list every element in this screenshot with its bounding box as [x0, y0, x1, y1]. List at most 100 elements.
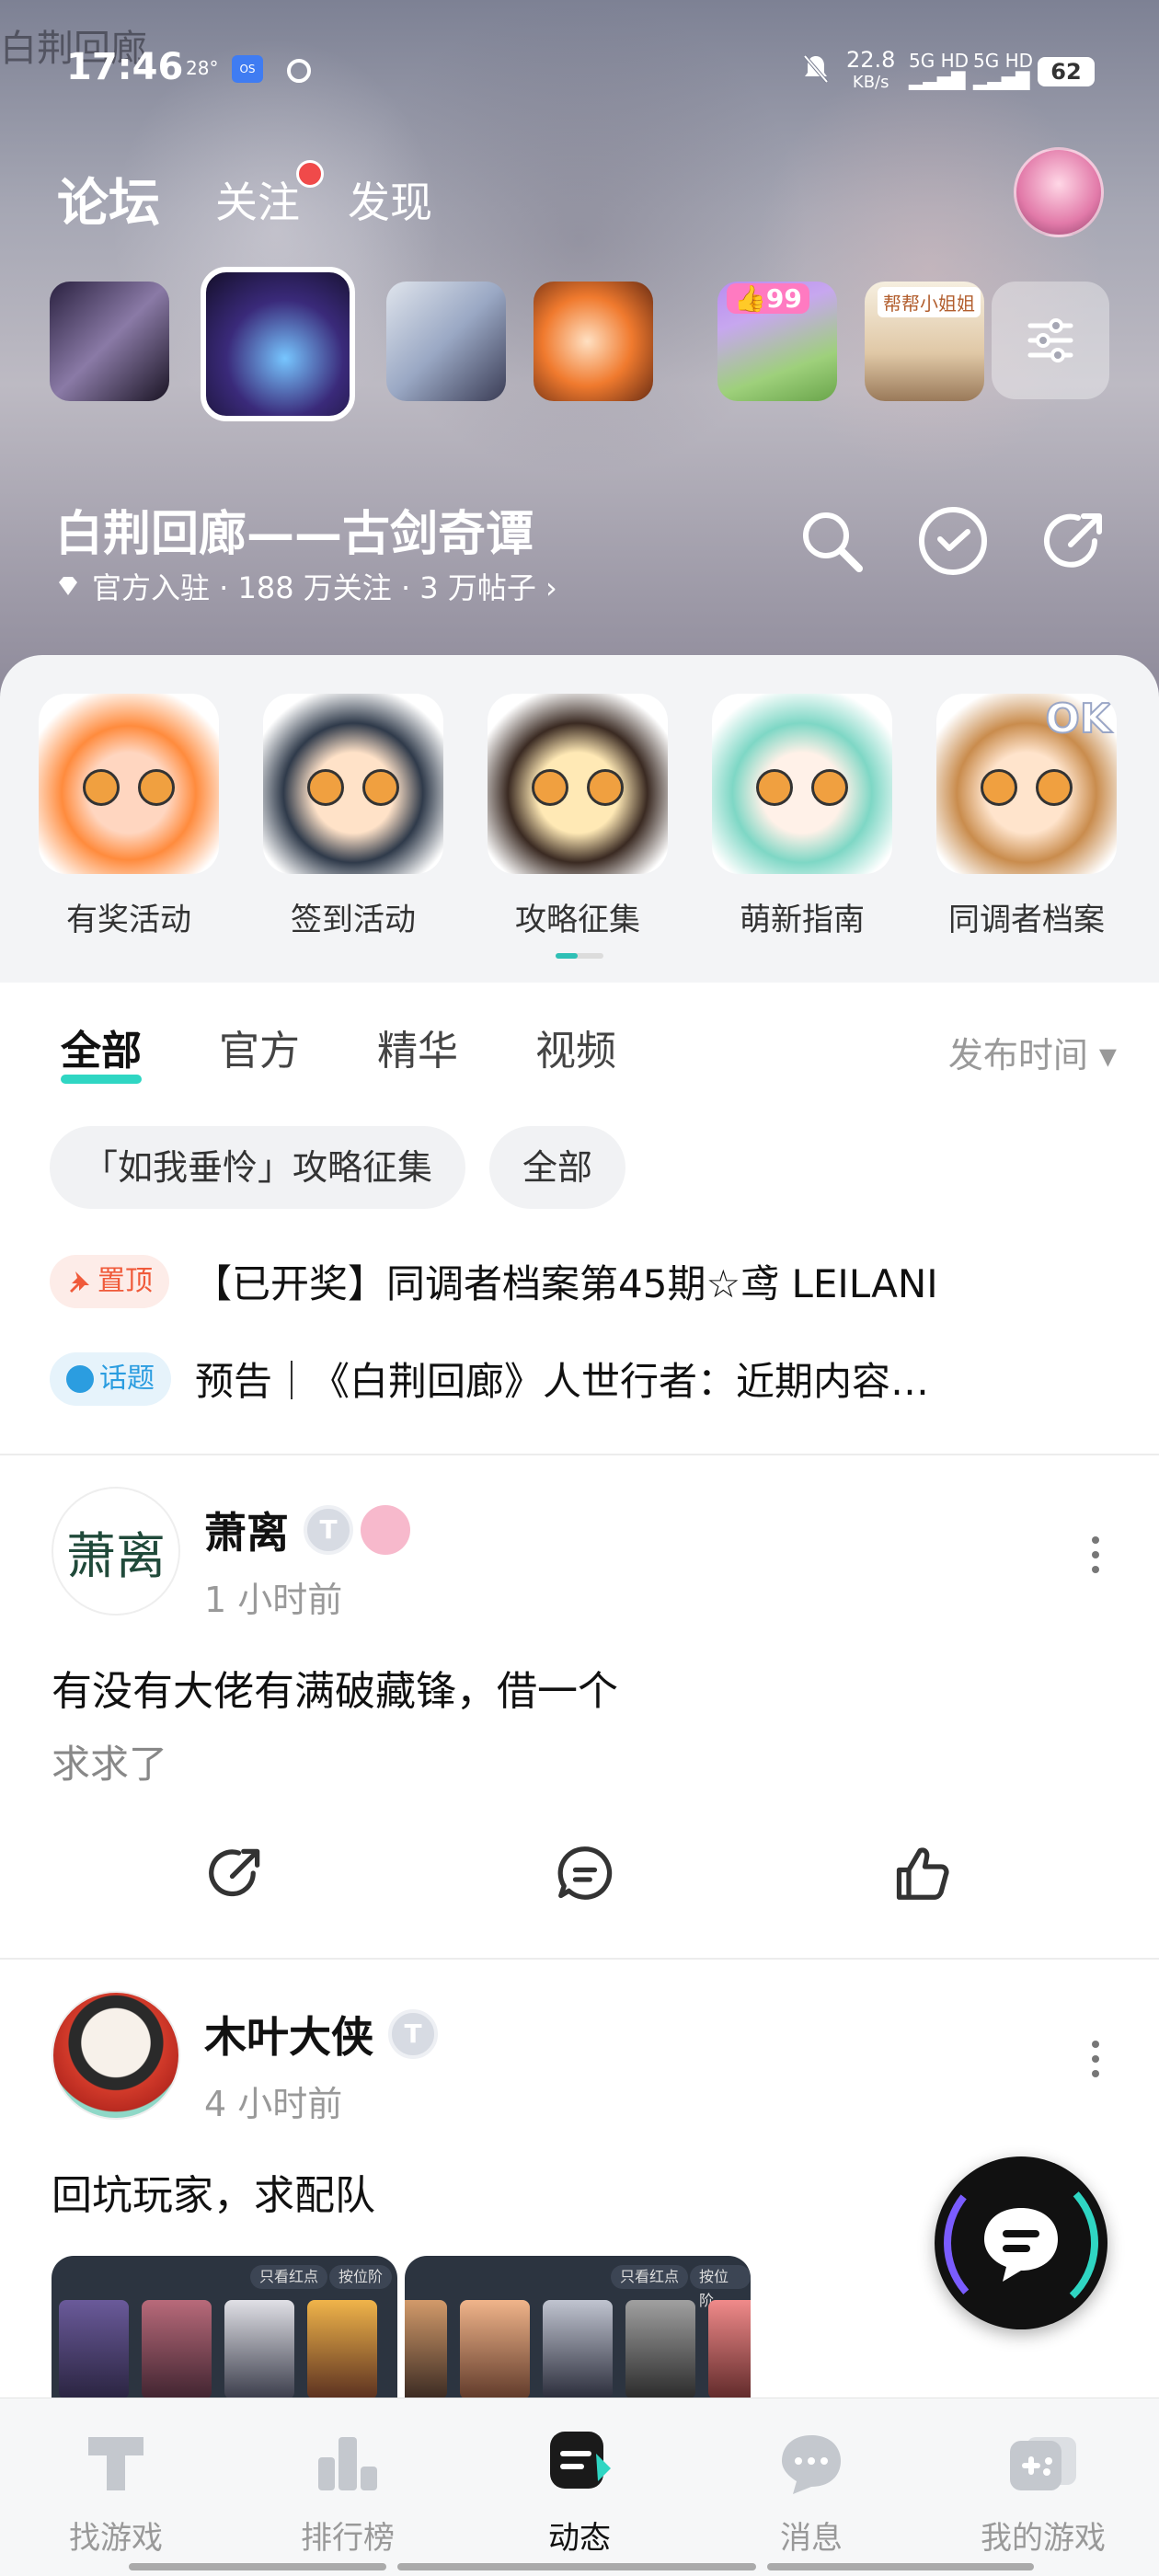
activity-newbie-guide[interactable]: 萌新指南	[710, 694, 894, 939]
post-image[interactable]: 只看红点 按位阶	[52, 2256, 397, 2412]
more-options-button[interactable]	[1091, 2041, 1100, 2077]
nav-label: 找游戏	[69, 2520, 163, 2557]
sort-dropdown[interactable]: 发布时间 ▾	[948, 1027, 1117, 1077]
search-button[interactable]	[795, 504, 868, 578]
activity-shortcuts: 有奖活动 签到活动 攻略征集 萌新指南 OK 同调者档案	[0, 655, 1159, 983]
topic-post[interactable]: 话题 预告｜《白荆回廊》人世行者：近期内容…	[50, 1351, 1126, 1407]
activity-rewards[interactable]: 有奖活动	[37, 694, 221, 939]
avatar[interactable]	[52, 1991, 180, 2120]
nav-label: 动态	[548, 2520, 611, 2557]
character-card	[460, 2300, 530, 2399]
author-name-text: 萧离	[204, 1508, 289, 1558]
ring-icon	[287, 59, 311, 83]
post-images: 只看红点 按位阶 只看红点 按位阶	[52, 2256, 751, 2412]
net-speed-unit: KB/s	[852, 73, 889, 92]
chip-all[interactable]: 全部	[489, 1126, 626, 1209]
share-button[interactable]	[1038, 504, 1111, 578]
share-icon	[209, 1848, 260, 1897]
game-icon-selected[interactable]	[201, 267, 355, 421]
user-avatar[interactable]	[1014, 147, 1104, 237]
post-time: 1 小时前	[204, 1580, 343, 1620]
like-count-badge: 👍99	[727, 283, 809, 314]
heart-check-icon	[919, 507, 987, 575]
post-title: 有没有大佬有满破藏锋，借一个	[52, 1668, 618, 1715]
pinned-tag: 置顶	[50, 1254, 169, 1308]
tab-follow[interactable]: 关注	[215, 159, 324, 230]
nav-rankings[interactable]: 排行榜	[256, 2426, 440, 2558]
nav-feed[interactable]: 动态	[488, 2426, 671, 2558]
image-pill: 按位阶	[690, 2265, 751, 2309]
temperature: 28°	[186, 57, 219, 79]
forum-stats[interactable]: 官方入驻 · 188 万关注 · 3 万帖子 ›	[55, 565, 557, 607]
post-filter-tabs: 全部 官方 精华 视频	[61, 1018, 616, 1084]
game-icon-6[interactable]: 帮帮小姐姐	[865, 282, 984, 401]
tab-video[interactable]: 视频	[535, 1018, 616, 1076]
carousel-indicator	[556, 953, 603, 959]
verified-diamond-icon	[59, 577, 77, 595]
ok-badge: OK	[1045, 695, 1112, 743]
signal-label: 5G HD	[909, 50, 970, 72]
nav-messages[interactable]: 消息	[719, 2426, 903, 2558]
nav-my-games[interactable]: 我的游戏	[951, 2426, 1135, 2558]
net-speed-value: 22.8	[846, 47, 896, 73]
author-name[interactable]: 萧离 T	[204, 1500, 410, 1560]
tab-featured[interactable]: 精华	[377, 1018, 458, 1076]
nav-find-games[interactable]: 找游戏	[24, 2426, 208, 2558]
post-time: 4 小时前	[204, 2084, 343, 2124]
post-image[interactable]: 只看红点 按位阶	[405, 2256, 751, 2412]
activity-label: 签到活动	[291, 902, 416, 938]
activity-profile-archive[interactable]: OK 同调者档案	[935, 694, 1119, 939]
tab-all[interactable]: 全部	[61, 1018, 142, 1084]
nav-label: 我的游戏	[981, 2520, 1106, 2557]
topic-tag: 话题	[50, 1351, 171, 1406]
feed-icon	[543, 2426, 616, 2500]
activity-image	[263, 694, 443, 874]
avatar[interactable]: 萧离	[52, 1487, 180, 1616]
signal-label: 5G HD	[973, 50, 1034, 72]
activity-image: OK	[936, 694, 1117, 874]
fan-badge-icon	[361, 1505, 410, 1555]
activity-guide-collection[interactable]: 攻略征集	[486, 694, 670, 939]
manage-games-button[interactable]	[992, 282, 1109, 399]
pinned-tag-label: 置顶	[98, 1264, 153, 1297]
gesture-bar	[397, 2563, 756, 2570]
image-pill: 只看红点	[611, 2265, 689, 2289]
more-options-button[interactable]	[1091, 1536, 1100, 1573]
share-icon	[1044, 513, 1102, 568]
tab-forum[interactable]: 论坛	[53, 162, 164, 236]
tool-t-icon	[79, 2426, 153, 2500]
comment-icon	[557, 1846, 613, 1900]
like-button[interactable]	[885, 1836, 958, 1910]
author-name[interactable]: 木叶大侠 T	[204, 2004, 438, 2064]
share-button[interactable]	[199, 1836, 272, 1910]
activity-image	[39, 694, 219, 874]
game-icon-4[interactable]	[534, 282, 653, 401]
gesture-bar	[129, 2563, 386, 2570]
forum-stats-text: 官方入驻 · 188 万关注 · 3 万帖子 ›	[92, 570, 557, 605]
signal-indicator: 5G HD ▂▃▅▇	[909, 50, 970, 90]
pinned-post[interactable]: 置顶 【已开奖】同调者档案第45期☆鸢 LEILANI	[50, 1253, 1126, 1309]
character-card	[405, 2300, 447, 2399]
post-body: 求求了	[52, 1742, 168, 1787]
notification-dot	[296, 159, 324, 188]
activity-label: 攻略征集	[515, 902, 640, 938]
game-icon-1[interactable]	[50, 282, 169, 401]
game-icon-5[interactable]: 👍99	[717, 282, 837, 401]
tab-discover[interactable]: 发现	[348, 169, 432, 230]
favorite-button[interactable]	[916, 504, 990, 578]
game-icon-3[interactable]	[386, 282, 506, 401]
game-switcher: 👍99 帮帮小姐姐	[50, 267, 1117, 438]
divider	[0, 1454, 1159, 1455]
topic-chips: 「如我垂怜」攻略征集 全部	[50, 1126, 626, 1209]
character-card	[142, 2300, 212, 2399]
activity-checkin[interactable]: 签到活动	[261, 694, 445, 939]
search-icon	[803, 512, 863, 572]
signal-indicator: 5G HD ▂▃▅▇	[973, 50, 1034, 90]
message-bubble-icon	[775, 2426, 848, 2500]
chat-fab-button[interactable]	[935, 2156, 1107, 2329]
chip-event-topic[interactable]: 「如我垂怜」攻略征集	[50, 1126, 466, 1209]
mute-icon	[802, 53, 830, 93]
pinned-post-title: 【已开奖】同调者档案第45期☆鸢 LEILANI	[193, 1261, 938, 1306]
tab-official[interactable]: 官方	[219, 1018, 300, 1076]
comment-button[interactable]	[548, 1836, 622, 1910]
